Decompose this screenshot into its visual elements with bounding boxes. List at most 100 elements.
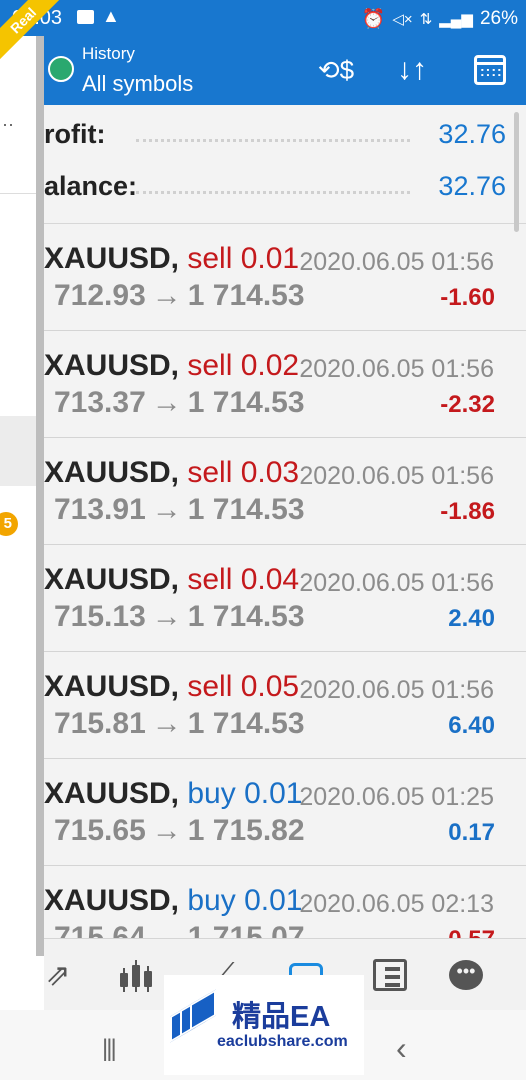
arrow-icon: → — [151, 279, 182, 312]
balance-label: alance: — [44, 171, 138, 201]
arrow-icon: → — [151, 493, 182, 526]
data-icon: ⇅ — [419, 11, 433, 28]
currency-exchange-icon[interactable]: ⟲$ — [314, 50, 358, 90]
trade-row[interactable]: XAUUSD, sell 0.04 2020.06.05 01:56 715.13 →… — [44, 545, 526, 652]
trade-time: 2020.06.05 02:13 — [299, 890, 494, 918]
close-price: 1 714.53 — [187, 600, 305, 633]
trade-side: buy — [187, 777, 236, 810]
trade-row[interactable]: XAUUSD, buy 0.01 2020.06.05 01:25 715.65 → 1… — [44, 759, 526, 866]
history-list[interactable]: rofit: 32.76 alance: 32.76 XAUUSD, sell … — [44, 105, 526, 938]
alarm-icon: ⏰ — [361, 9, 386, 30]
arrow-icon: → — [151, 600, 182, 633]
trade-symbol: XAUUSD, — [44, 456, 180, 489]
more-icon[interactable]: ·· — [2, 114, 14, 135]
summary-balance: alance: 32.76 — [44, 161, 526, 213]
news-icon[interactable] — [370, 955, 410, 995]
folder-icon — [77, 10, 94, 24]
trade-prices: 715.13 → 1 714.53 — [54, 600, 305, 634]
page-title: History — [82, 44, 135, 63]
list-scrollbar[interactable] — [514, 112, 519, 232]
trade-time: 2020.06.05 01:56 — [299, 248, 494, 276]
trade-prices: 715.65 → 1 715.82 — [54, 814, 305, 848]
open-price: 715.81 — [54, 707, 146, 740]
trade-volume: 0.01 — [244, 777, 303, 810]
trade-prices: 715.64 → 1 715.07 — [54, 921, 305, 938]
arrow-icon: → — [151, 707, 182, 740]
trade-profit: -1.60 — [440, 284, 495, 311]
trade-row[interactable]: XAUUSD, sell 0.05 2020.06.05 01:56 715.81 →… — [44, 652, 526, 759]
sort-icon[interactable]: ↓↑ — [390, 50, 434, 90]
symbol-filter[interactable]: All symbols — [82, 71, 193, 97]
trade-profit: 2.40 — [448, 605, 495, 632]
dotted-leader — [136, 191, 410, 194]
trade-time: 2020.06.05 01:56 — [299, 462, 494, 490]
status-icons: ⏰ ◁× ⇅ ▂▄▆ 26% — [362, 7, 518, 31]
close-price: 1 715.82 — [187, 814, 305, 847]
trade-header: XAUUSD, buy 0.01 — [44, 777, 302, 811]
drawer-count-badge: 5 — [0, 512, 18, 536]
trade-prices: 712.93 → 1 714.53 — [54, 279, 305, 313]
trade-profit: 0.17 — [448, 819, 495, 846]
trade-volume: 0.05 — [240, 670, 300, 703]
open-price: 713.91 — [54, 493, 146, 526]
trade-side: sell — [187, 670, 233, 703]
balance-value: 32.76 — [438, 171, 506, 201]
trade-row[interactable]: XAUUSD, sell 0.01 2020.06.05 01:56 712.93 →… — [44, 224, 526, 331]
trade-side: sell — [187, 349, 233, 382]
drawer-divider — [0, 193, 36, 194]
watermark-title: 精品EA — [232, 1001, 331, 1033]
close-price: 1 714.53 — [187, 493, 305, 526]
app-header: History All symbols ⟲$ ↓↑ — [44, 36, 526, 105]
open-price: 715.64 — [54, 921, 146, 938]
recents-icon[interactable]: ||| — [102, 1035, 117, 1063]
chart-icon[interactable] — [116, 955, 156, 995]
trade-header: XAUUSD, sell 0.04 — [44, 563, 299, 597]
open-price: 713.37 — [54, 386, 146, 419]
trade-profit: -2.32 — [440, 391, 495, 418]
trade-header: XAUUSD, sell 0.03 — [44, 456, 299, 490]
watermark-url: eaclubshare.com — [217, 1033, 348, 1050]
trade-profit: -1.86 — [440, 498, 495, 525]
mute-icon: ◁× — [392, 11, 413, 28]
trade-symbol: XAUUSD, — [44, 884, 180, 917]
watermark: 精品EA eaclubshare.com — [164, 975, 364, 1075]
trade-row[interactable]: XAUUSD, buy 0.01 2020.06.05 02:13 715.64 → 1… — [44, 866, 526, 938]
trade-time: 2020.06.05 01:25 — [299, 783, 494, 811]
trade-row[interactable]: XAUUSD, sell 0.02 2020.06.05 01:56 713.37 →… — [44, 331, 526, 438]
close-price: 1 714.53 — [187, 707, 305, 740]
trade-row[interactable]: XAUUSD, sell 0.03 2020.06.05 01:56 713.91 →… — [44, 438, 526, 545]
trade-side: sell — [187, 456, 233, 489]
trade-profit: 6.40 — [448, 712, 495, 739]
app-logo-icon — [48, 56, 74, 82]
battery-percent: 26% — [479, 8, 518, 29]
trade-prices: 713.91 → 1 714.53 — [54, 493, 305, 527]
drawer-edge[interactable] — [36, 36, 44, 956]
drawer-selected-item[interactable] — [0, 416, 36, 486]
warning-icon: ▲ — [102, 6, 120, 26]
side-drawer[interactable]: ·· 5 — [0, 36, 36, 1010]
close-price: 1 715.07 — [187, 921, 305, 938]
trade-symbol: XAUUSD, — [44, 563, 180, 596]
back-icon[interactable]: ‹ — [396, 1030, 407, 1067]
signal-icon: ▂▄▆ — [439, 11, 473, 28]
trade-time: 2020.06.05 01:56 — [299, 676, 494, 704]
trade-time: 2020.06.05 01:56 — [299, 355, 494, 383]
trade-prices: 713.37 → 1 714.53 — [54, 386, 305, 420]
chat-icon[interactable]: ••• — [446, 955, 486, 995]
trade-side: buy — [187, 884, 236, 917]
quotes-icon[interactable]: ⇗ — [38, 955, 78, 995]
trade-side: sell — [187, 563, 233, 596]
watermark-logo-icon — [170, 989, 216, 1043]
open-price: 715.13 — [54, 600, 146, 633]
dotted-leader — [136, 139, 410, 142]
arrow-icon: → — [151, 814, 182, 847]
trade-header: XAUUSD, sell 0.05 — [44, 670, 299, 704]
trade-header: XAUUSD, sell 0.02 — [44, 349, 299, 383]
trade-side: sell — [187, 242, 233, 275]
trade-symbol: XAUUSD, — [44, 349, 180, 382]
trade-profit: -0.57 — [440, 926, 495, 938]
calendar-icon[interactable] — [468, 50, 512, 90]
open-price: 715.65 — [54, 814, 146, 847]
trade-volume: 0.04 — [240, 563, 300, 596]
trade-symbol: XAUUSD, — [44, 242, 180, 275]
